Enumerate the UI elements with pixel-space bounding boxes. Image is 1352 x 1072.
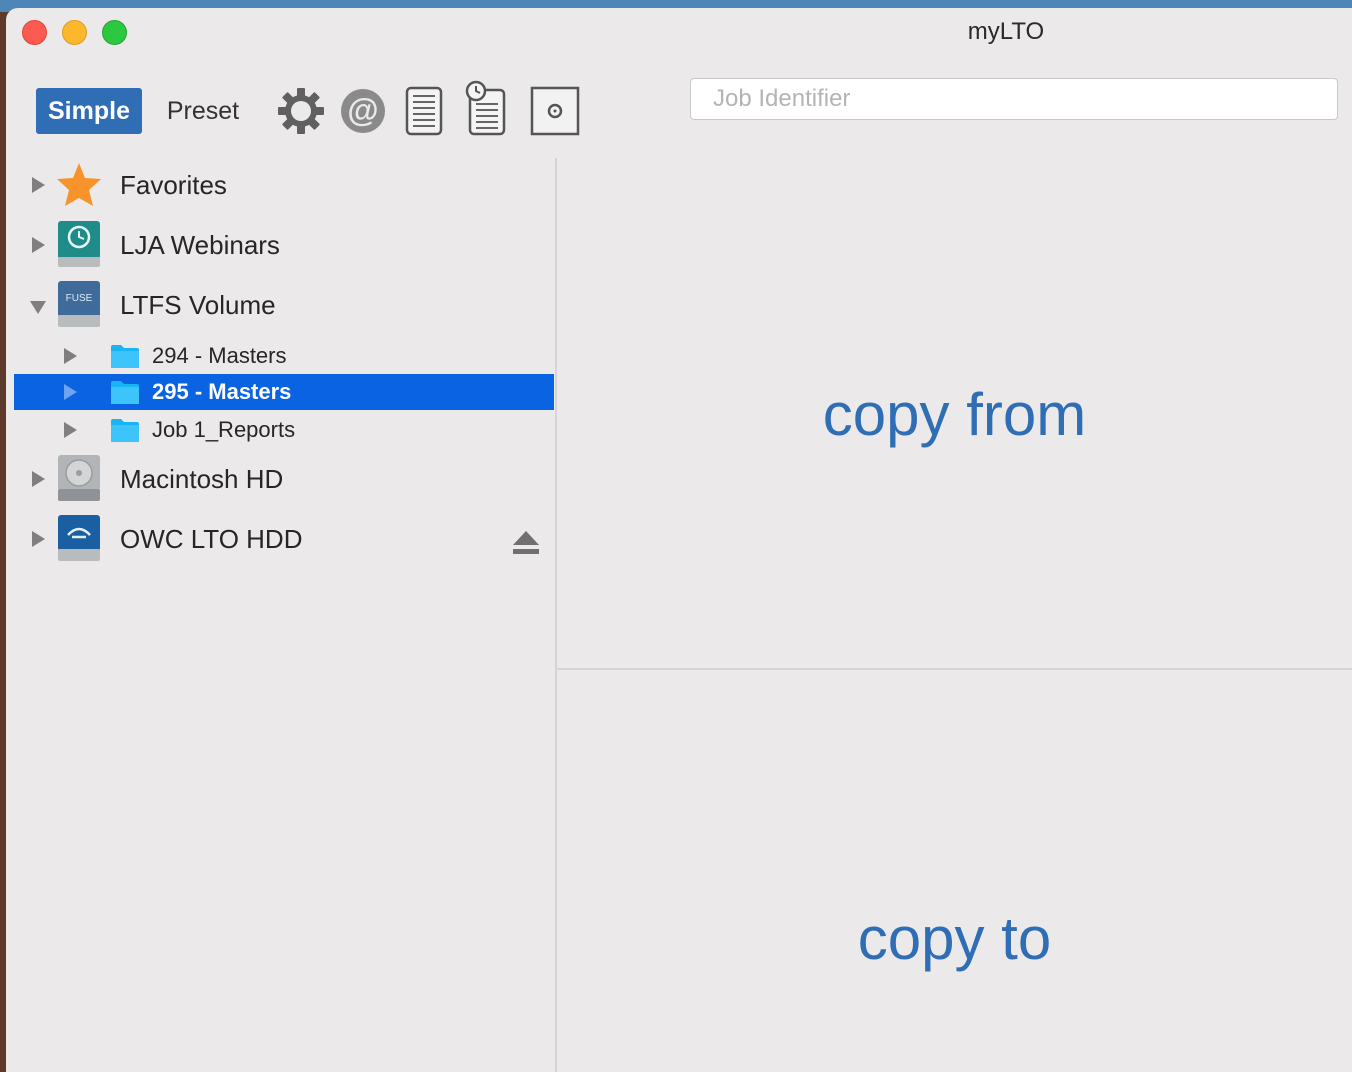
folder-icon: [111, 381, 139, 404]
scheduled-document-icon[interactable]: [464, 80, 510, 136]
sidebar-item-label: LTFS Volume: [120, 290, 276, 320]
sidebar: Favorites LJA Webinars FUSE LTFS Volume: [6, 148, 555, 1072]
app-window: myLTO Simple Preset @ Job Identifier Fav…: [6, 8, 1352, 1072]
document-list-icon[interactable]: [404, 86, 444, 136]
job-identifier-input[interactable]: [690, 78, 1338, 120]
sidebar-item-lja-webinars[interactable]: LJA Webinars: [6, 215, 555, 275]
gear-icon[interactable]: [276, 86, 326, 136]
simple-mode-button[interactable]: Simple: [36, 88, 142, 134]
sidebar-subitem-label: 294 - Masters: [152, 343, 287, 368]
copy-to-drop-zone[interactable]: copy to: [557, 904, 1352, 973]
sidebar-subitem-job1-reports[interactable]: Job 1_Reports: [6, 412, 555, 448]
disclosure-triangle-icon[interactable]: [64, 422, 77, 438]
eject-icon[interactable]: [512, 529, 540, 555]
sidebar-item-favorites[interactable]: Favorites: [6, 155, 555, 215]
sidebar-subitem-label: Job 1_Reports: [152, 417, 296, 442]
svg-text:FUSE: FUSE: [66, 293, 93, 304]
disk-icon[interactable]: [530, 86, 580, 136]
sidebar-subitem-label: 295 - Masters: [152, 379, 292, 404]
minimize-window-button[interactable]: [62, 20, 87, 45]
preset-mode-button[interactable]: Preset: [158, 88, 248, 134]
drop-zone-divider: [557, 668, 1352, 670]
disclosure-triangle-icon[interactable]: [64, 384, 77, 400]
zoom-window-button[interactable]: [102, 20, 127, 45]
star-icon: [57, 163, 101, 206]
disclosure-triangle-icon[interactable]: [32, 177, 45, 193]
at-icon[interactable]: @: [338, 86, 388, 136]
disclosure-triangle-icon[interactable]: [32, 531, 45, 547]
svg-text:@: @: [347, 92, 378, 128]
sidebar-subitem-294-masters[interactable]: 294 - Masters: [6, 338, 555, 374]
sidebar-item-label: Favorites: [120, 170, 227, 200]
folder-icon: [111, 345, 139, 368]
disclosure-triangle-icon[interactable]: [30, 301, 46, 314]
sidebar-item-label: Macintosh HD: [120, 464, 284, 494]
time-machine-drive-icon: [58, 221, 100, 267]
internal-drive-icon: [58, 455, 100, 501]
sidebar-item-ltfs-volume[interactable]: FUSE LTFS Volume: [6, 275, 555, 335]
sidebar-item-owc-lto-hdd[interactable]: OWC LTO HDD: [6, 509, 555, 569]
close-window-button[interactable]: [22, 20, 47, 45]
external-drive-icon: [58, 515, 100, 561]
disclosure-triangle-icon[interactable]: [32, 237, 45, 253]
copy-from-drop-zone[interactable]: copy from: [557, 380, 1352, 449]
disclosure-triangle-icon[interactable]: [32, 471, 45, 487]
sidebar-item-label: OWC LTO HDD: [120, 524, 303, 554]
fuse-drive-icon: FUSE: [58, 281, 100, 327]
sidebar-item-macintosh-hd[interactable]: Macintosh HD: [6, 449, 555, 509]
sidebar-item-label: LJA Webinars: [120, 230, 280, 260]
window-title: myLTO: [967, 18, 1045, 45]
sidebar-subitem-295-masters[interactable]: 295 - Masters: [14, 374, 554, 410]
disclosure-triangle-icon[interactable]: [64, 348, 77, 364]
folder-icon: [111, 419, 139, 442]
